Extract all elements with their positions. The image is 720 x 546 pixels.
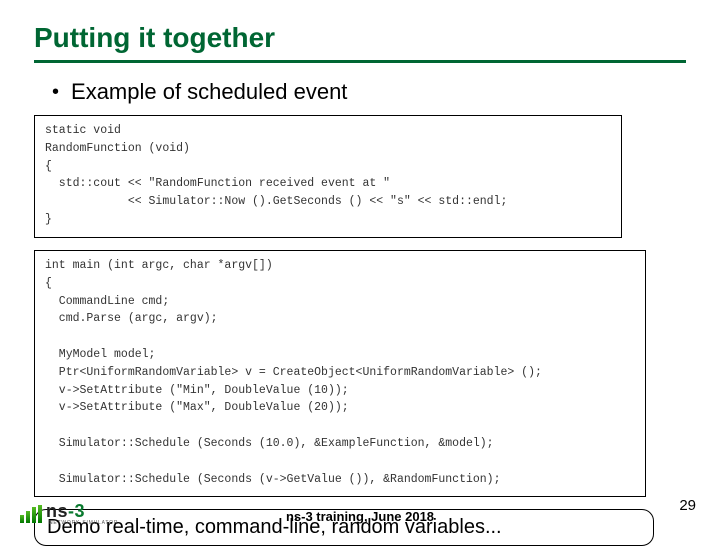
- footer: ns-3 training, June 2018: [0, 509, 720, 524]
- bullet-text: Example of scheduled event: [71, 79, 347, 105]
- page-number: 29: [679, 497, 696, 514]
- bullet-dot: •: [52, 79, 59, 105]
- footer-text: ns-3 training, June 2018: [286, 509, 434, 524]
- title-divider: [34, 60, 686, 63]
- bullet-item: • Example of scheduled event: [52, 79, 686, 105]
- code-block-1: static void RandomFunction (void) { std:…: [34, 115, 622, 238]
- code-block-2: int main (int argc, char *argv[]) { Comm…: [34, 250, 646, 498]
- slide-title: Putting it together: [34, 22, 686, 54]
- slide: Putting it together • Example of schedul…: [0, 0, 720, 540]
